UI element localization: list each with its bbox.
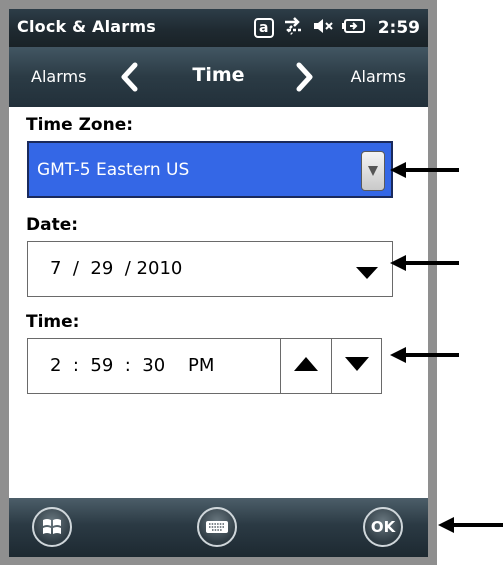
date-label: Date: <box>26 215 79 235</box>
volume-muted-icon[interactable] <box>312 17 334 39</box>
time-picker[interactable]: 2 : 59 : 30 PM <box>27 338 382 394</box>
time-increment-button[interactable] <box>280 339 332 393</box>
a-keyboard-indicator-icon: a <box>253 18 274 38</box>
keyboard-icon <box>206 521 228 533</box>
callout-arrow-icon <box>390 347 459 363</box>
date-value[interactable]: 7 / 29 / 2010 <box>50 258 182 279</box>
keyboard-button[interactable] <box>197 507 237 547</box>
start-button[interactable] <box>32 507 72 547</box>
time-decrement-button[interactable] <box>331 339 383 393</box>
date-dropdown-arrow-icon[interactable] <box>356 264 378 283</box>
connectivity-icon[interactable] <box>282 16 304 40</box>
date-picker[interactable]: 7 / 29 / 2010 <box>27 241 393 297</box>
bottom-bar: OK <box>9 498 428 557</box>
time-value[interactable]: 2 : 59 : 30 PM <box>50 355 214 376</box>
time-label: Time: <box>26 312 80 332</box>
windows-start-icon <box>43 519 61 534</box>
time-zone-select[interactable]: GMT-5 Eastern US <box>27 141 393 198</box>
chevron-right-icon[interactable] <box>293 61 317 93</box>
callout-arrow-icon <box>390 162 459 178</box>
status-bar: Clock & Alarms a 2:59 <box>9 9 428 47</box>
time-zone-dropdown-button[interactable] <box>361 151 385 191</box>
status-icons: a 2:59 <box>253 15 420 41</box>
device-screen: Clock & Alarms a 2:59 Alarms Time Alarms… <box>9 9 428 557</box>
callout-arrow-icon <box>390 255 459 271</box>
nav-next-label[interactable]: Alarms <box>351 67 406 86</box>
status-clock[interactable]: 2:59 <box>378 18 420 38</box>
time-zone-label: Time Zone: <box>26 115 134 135</box>
battery-charging-icon[interactable] <box>341 18 366 38</box>
ok-button[interactable]: OK <box>363 507 403 547</box>
callout-arrow-icon <box>438 517 503 533</box>
device-frame: Clock & Alarms a 2:59 Alarms Time Alarms… <box>0 0 437 565</box>
triangle-up-icon <box>294 357 318 371</box>
chevron-down-icon <box>368 166 378 176</box>
triangle-down-icon <box>345 357 369 371</box>
time-zone-value: GMT-5 Eastern US <box>37 160 190 180</box>
status-title: Clock & Alarms <box>17 17 156 36</box>
section-nav-bar: Alarms Time Alarms <box>9 47 428 107</box>
